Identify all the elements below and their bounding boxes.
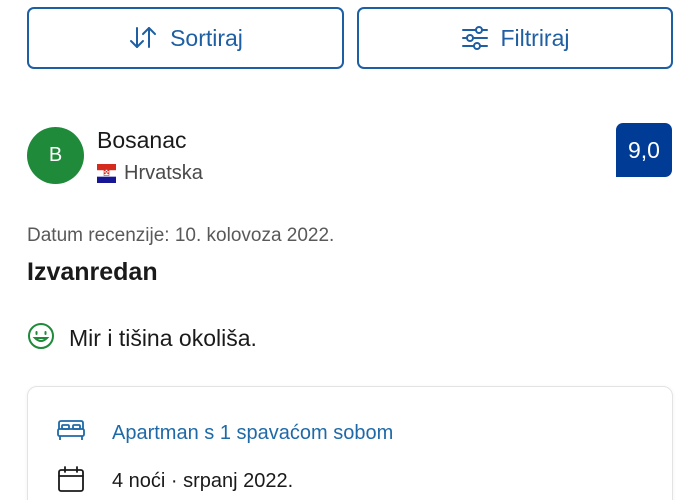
country-name: Hrvatska (124, 162, 203, 184)
calendar-icon (56, 465, 86, 498)
stay-dates-row: 4 noći · srpanj 2022. (56, 465, 293, 498)
review-title: Izvanredan (27, 258, 158, 286)
sort-button[interactable]: Sortiraj (27, 7, 344, 69)
filter-sliders-icon (461, 25, 489, 51)
croatia-flag-icon (97, 164, 116, 183)
score-badge: 9,0 (616, 123, 672, 177)
stay-nights-text: 4 noći · srpanj 2022. (112, 470, 294, 492)
filter-button-label: Filtriraj (500, 24, 570, 51)
avatar-letter: B (48, 144, 63, 166)
score-value: 9,0 (628, 136, 660, 163)
reviewer-name: Bosanac (97, 127, 187, 153)
avatar: B (27, 127, 84, 184)
positive-comment: Mir i tišina okoliša. (27, 322, 257, 355)
stay-details-card: Apartman s 1 spavaćom sobom 4 noći · srp… (27, 386, 673, 500)
room-type-row[interactable]: Apartman s 1 spavaćom sobom (56, 419, 393, 448)
reviewer-country: Hrvatska (97, 162, 203, 185)
review-date: Datum recenzije: 10. kolovoza 2022. (27, 225, 335, 246)
bed-icon (56, 419, 86, 448)
positive-comment-text: Mir i tišina okoliša. (69, 325, 257, 351)
sort-button-label: Sortiraj (170, 24, 243, 51)
filter-button[interactable]: Filtriraj (357, 7, 673, 69)
sort-arrows-icon (128, 25, 158, 51)
room-type-link[interactable]: Apartman s 1 spavaćom sobom (112, 422, 393, 445)
smiley-face-icon (27, 322, 55, 355)
